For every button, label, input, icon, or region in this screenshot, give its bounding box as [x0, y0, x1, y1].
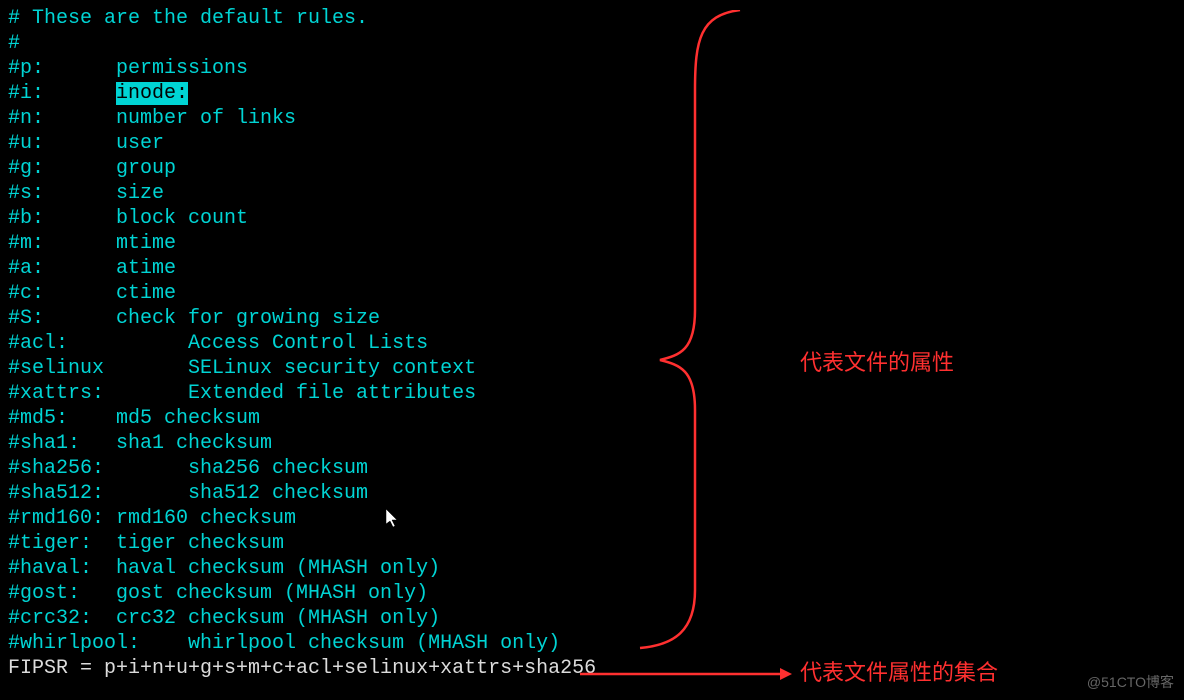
- rule-line-crc32: #crc32: crc32 checksum (MHASH only): [8, 606, 1176, 631]
- rule-line-size: #s: size: [8, 181, 1176, 206]
- rule-line-md5: #md5: md5 checksum: [8, 406, 1176, 431]
- rule-line-tiger: #tiger: tiger checksum: [8, 531, 1176, 556]
- comment-line: # These are the default rules.: [8, 6, 1176, 31]
- rule-line-links: #n: number of links: [8, 106, 1176, 131]
- rule-line-sha256: #sha256: sha256 checksum: [8, 456, 1176, 481]
- rule-line-growing: #S: check for growing size: [8, 306, 1176, 331]
- rule-line-xattrs: #xattrs: Extended file attributes: [8, 381, 1176, 406]
- rule-line-sha1: #sha1: sha1 checksum: [8, 431, 1176, 456]
- comment-line: #: [8, 31, 1176, 56]
- annotation-collection: 代表文件属性的集合: [800, 655, 998, 687]
- rule-line-gost: #gost: gost checksum (MHASH only): [8, 581, 1176, 606]
- fipsr-definition: FIPSR = p+i+n+u+g+s+m+c+acl+selinux+xatt…: [8, 656, 1176, 681]
- rule-line-acl: #acl: Access Control Lists: [8, 331, 1176, 356]
- rule-line-selinux: #selinux SELinux security context: [8, 356, 1176, 381]
- rule-line-mtime: #m: mtime: [8, 231, 1176, 256]
- rule-line-group: #g: group: [8, 156, 1176, 181]
- rule-line-haval: #haval: haval checksum (MHASH only): [8, 556, 1176, 581]
- rule-line-ctime: #c: ctime: [8, 281, 1176, 306]
- rule-line-rmd160: #rmd160: rmd160 checksum: [8, 506, 1176, 531]
- annotation-attributes: 代表文件的属性: [800, 345, 954, 377]
- rule-line-whirlpool: #whirlpool: whirlpool checksum (MHASH on…: [8, 631, 1176, 656]
- watermark: @51CTO博客: [1087, 672, 1174, 692]
- inode-highlight: inode:: [116, 82, 188, 105]
- rule-line-atime: #a: atime: [8, 256, 1176, 281]
- rule-line-sha512: #sha512: sha512 checksum: [8, 481, 1176, 506]
- terminal-output: # These are the default rules. # #p: per…: [0, 0, 1184, 687]
- rule-line-inode: #i: inode:: [8, 81, 1176, 106]
- rule-line-permissions: #p: permissions: [8, 56, 1176, 81]
- rule-line-user: #u: user: [8, 131, 1176, 156]
- rule-line-block: #b: block count: [8, 206, 1176, 231]
